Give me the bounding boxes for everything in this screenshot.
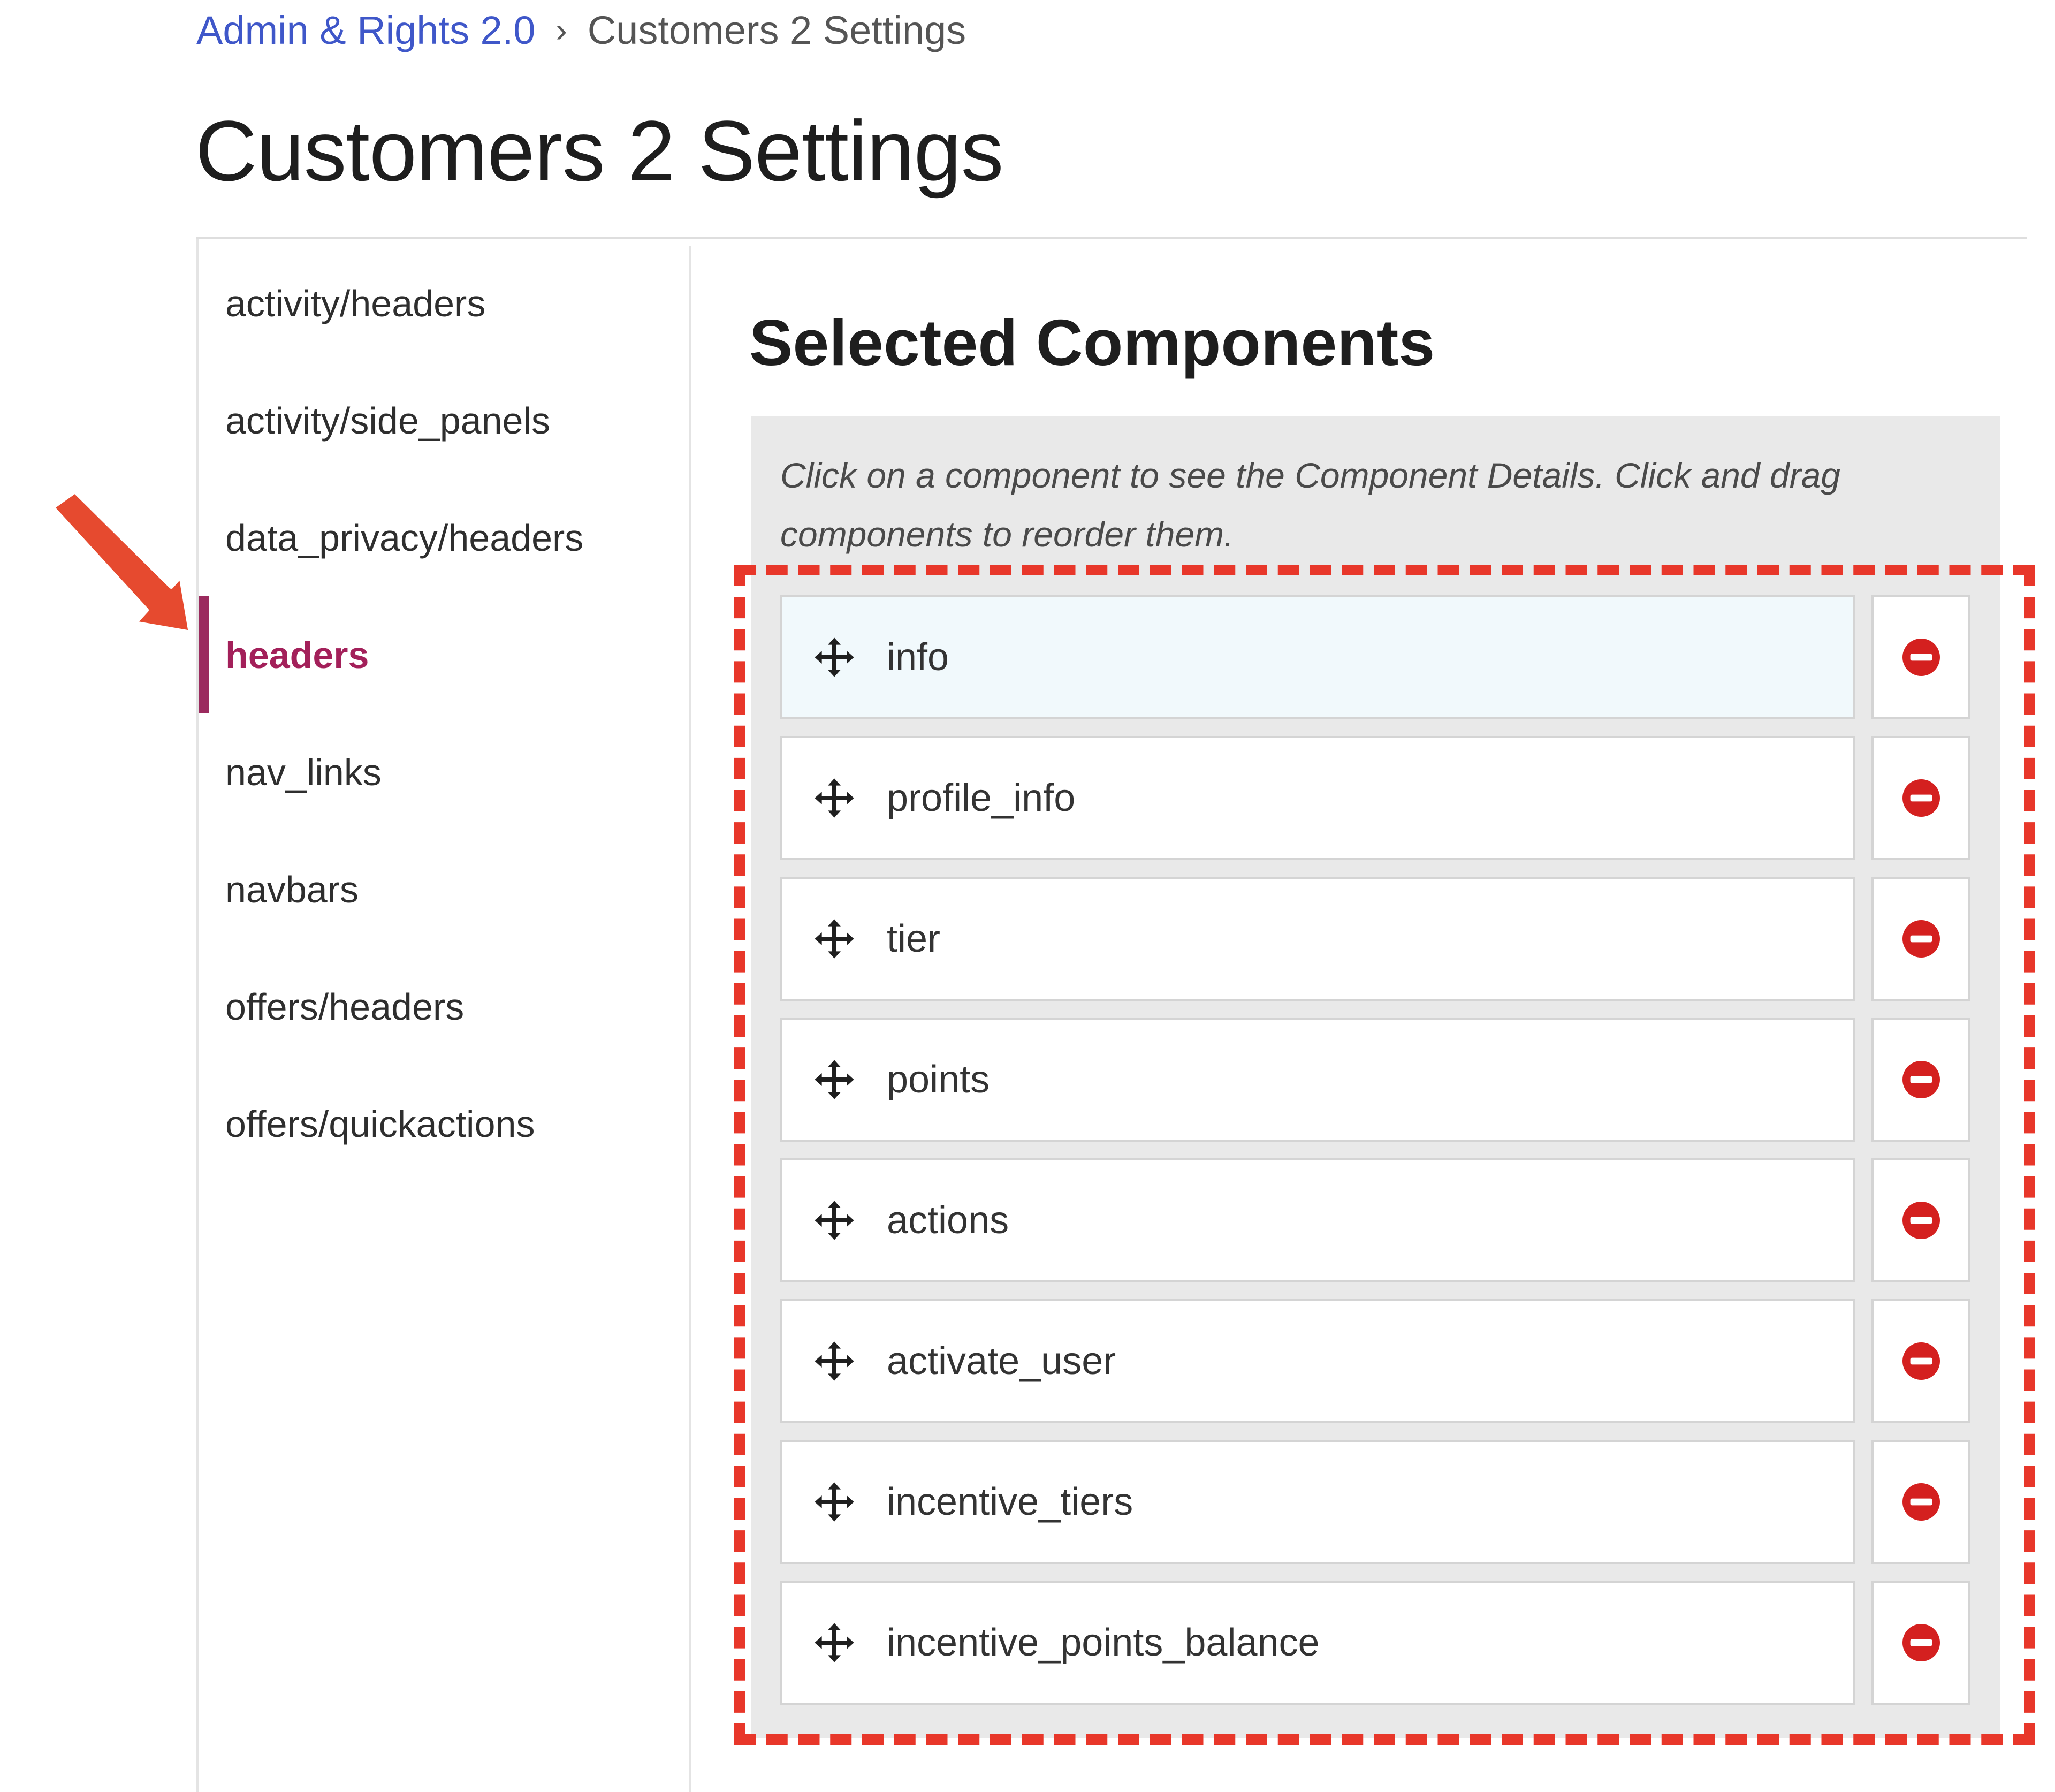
- page-title: Customers 2 Settings: [195, 103, 1004, 199]
- remove-component-button[interactable]: [1871, 877, 1970, 1001]
- arrow-icon: [50, 489, 193, 635]
- sidebar-item-activity-side-panels[interactable]: activity/side_panels: [199, 362, 680, 479]
- component-label: actions: [887, 1199, 1009, 1242]
- components-hint: Click on a component to see the Componen…: [780, 455, 1841, 554]
- component-label: tier: [887, 917, 941, 960]
- remove-circle-icon: [1902, 1483, 1940, 1521]
- component-label: profile_info: [887, 777, 1076, 819]
- component-row[interactable]: profile_info: [780, 736, 1970, 860]
- sidebar-item-activity-headers[interactable]: activity/headers: [199, 245, 680, 362]
- sidebar-item-offers-quickactions[interactable]: offers/quickactions: [199, 1065, 680, 1182]
- remove-component-button[interactable]: [1871, 1018, 1970, 1142]
- component-item[interactable]: actions: [780, 1158, 1855, 1282]
- sidebar-item-label: offers/headers: [225, 985, 465, 1028]
- remove-component-button[interactable]: [1871, 1158, 1970, 1282]
- component-item[interactable]: tier: [780, 877, 1855, 1001]
- move-icon[interactable]: [813, 1480, 856, 1523]
- remove-circle-icon: [1902, 779, 1940, 817]
- sidebar-item-navbars[interactable]: navbars: [199, 831, 680, 948]
- remove-component-button[interactable]: [1871, 1440, 1970, 1564]
- component-row[interactable]: actions: [780, 1158, 1970, 1282]
- breadcrumb-current: Customers 2 Settings: [587, 7, 966, 52]
- sidebar-item-label: data_privacy/headers: [225, 517, 584, 559]
- sidebar-item-headers[interactable]: headers: [199, 596, 680, 713]
- settings-sidebar: activity/headers activity/side_panels da…: [199, 245, 680, 1182]
- remove-circle-icon: [1902, 1342, 1940, 1380]
- component-row[interactable]: info: [780, 595, 1970, 719]
- component-row[interactable]: incentive_tiers: [780, 1440, 1970, 1564]
- component-row[interactable]: incentive_points_balance: [780, 1581, 1970, 1705]
- move-icon[interactable]: [813, 636, 856, 679]
- move-icon[interactable]: [813, 777, 856, 819]
- selected-components-title: Selected Components: [749, 306, 1435, 379]
- content-top-divider: [196, 237, 2027, 239]
- remove-circle-icon: [1902, 639, 1940, 676]
- sidebar-item-label: nav_links: [225, 751, 382, 793]
- component-item[interactable]: info: [780, 595, 1855, 719]
- component-item[interactable]: incentive_points_balance: [780, 1581, 1855, 1705]
- move-icon[interactable]: [813, 1621, 856, 1664]
- component-item[interactable]: activate_user: [780, 1299, 1855, 1423]
- component-row[interactable]: tier: [780, 877, 1970, 1001]
- remove-circle-icon: [1902, 1061, 1940, 1098]
- remove-circle-icon: [1902, 920, 1940, 958]
- component-label: incentive_points_balance: [887, 1621, 1320, 1664]
- remove-component-button[interactable]: [1871, 736, 1970, 860]
- move-icon[interactable]: [813, 1199, 856, 1242]
- component-row[interactable]: points: [780, 1018, 1970, 1142]
- sidebar-item-label: activity/headers: [225, 282, 486, 324]
- breadcrumb: Admin & Rights 2.0 › Customers 2 Setting…: [196, 3, 966, 57]
- component-row[interactable]: activate_user: [780, 1299, 1970, 1423]
- component-item[interactable]: incentive_tiers: [780, 1440, 1855, 1564]
- breadcrumb-separator: ›: [555, 11, 567, 49]
- move-icon[interactable]: [813, 917, 856, 960]
- component-label: incentive_tiers: [887, 1480, 1133, 1523]
- move-icon[interactable]: [813, 1340, 856, 1383]
- remove-component-button[interactable]: [1871, 595, 1970, 719]
- remove-component-button[interactable]: [1871, 1581, 1970, 1705]
- sidebar-divider: [689, 246, 691, 1792]
- component-item[interactable]: profile_info: [780, 736, 1855, 860]
- move-icon[interactable]: [813, 1058, 856, 1101]
- sidebar-item-label: navbars: [225, 868, 359, 910]
- sidebar-item-label: offers/quickactions: [225, 1103, 535, 1145]
- sidebar-item-nav-links[interactable]: nav_links: [199, 713, 680, 831]
- sidebar-item-data-privacy-headers[interactable]: data_privacy/headers: [199, 479, 680, 596]
- remove-circle-icon: [1902, 1624, 1940, 1661]
- sidebar-item-label: activity/side_panels: [225, 399, 550, 442]
- remove-circle-icon: [1902, 1202, 1940, 1239]
- sidebar-item-offers-headers[interactable]: offers/headers: [199, 948, 680, 1065]
- component-label: points: [887, 1058, 990, 1101]
- component-label: info: [887, 636, 949, 679]
- breadcrumb-link-admin-rights[interactable]: Admin & Rights 2.0: [196, 7, 535, 53]
- remove-component-button[interactable]: [1871, 1299, 1970, 1423]
- component-label: activate_user: [887, 1340, 1116, 1383]
- component-item[interactable]: points: [780, 1018, 1855, 1142]
- sidebar-item-label: headers: [225, 634, 369, 676]
